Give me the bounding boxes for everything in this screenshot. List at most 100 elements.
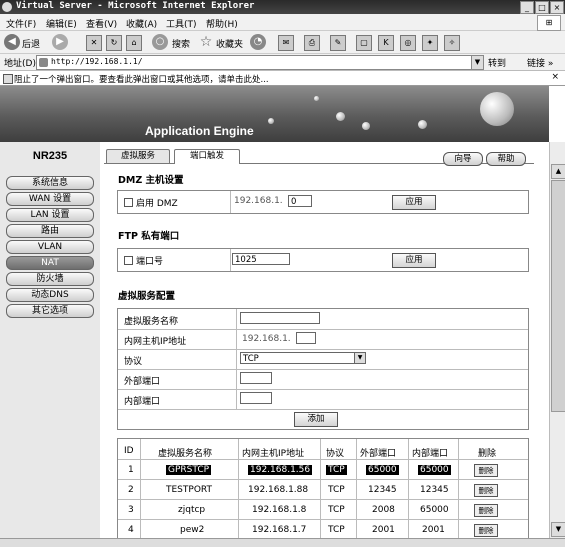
row-int-port: 12345 [420,485,449,495]
links-button[interactable]: 链接 » [527,56,553,69]
forward-arrow-icon[interactable]: ▶ [52,34,68,50]
row-proto: TCP [328,525,345,535]
maximize-button[interactable]: □ [535,1,549,14]
messenger-icon[interactable]: K [378,35,394,51]
menu-tools[interactable]: 工具(T) [166,17,197,30]
row-int-port: 2001 [422,525,445,535]
vserver-ip-input[interactable] [296,332,316,344]
delete-row-button[interactable]: 删除 [474,484,498,497]
ftp-apply-button[interactable]: 应用 [392,253,436,268]
col-divider [320,439,321,539]
search-button-label[interactable]: 搜索 [172,37,190,50]
close-popup-bar-icon[interactable]: × [551,72,559,82]
divider [236,309,237,409]
vserver-protocol-select[interactable]: TCP ▼ [240,352,366,364]
menu-help[interactable]: 帮助(H) [206,17,238,30]
close-button[interactable]: × [550,1,564,14]
go-button[interactable]: 转到 [488,56,506,69]
refresh-icon[interactable]: ↻ [106,35,122,51]
edit-icon[interactable]: ✎ [330,35,346,51]
vserver-section-title: 虚拟服务配置 [118,291,176,302]
popup-blocker-bar[interactable]: 阻止了一个弹出窗口。要查看此弹出窗口或其他选项，请单击此处... × [0,71,565,86]
scroll-thumb[interactable] [551,180,565,412]
vserver-int-port-input[interactable] [240,392,272,404]
sidebar-item-wan[interactable]: WAN 设置 [6,192,94,206]
browser-toolbar: ◀ 后退 ▶ ✕ ↻ ⌂ ○ 搜索 ☆ 收藏夹 ◔ ✉ ⎙ ✎ ▢ K ◎ ✦ … [0,31,565,54]
scroll-down-icon[interactable]: ▼ [551,522,565,537]
back-button-label[interactable]: 后退 [22,37,40,50]
col-divider [458,439,459,539]
banner-bubble-small [418,120,427,129]
research-icon[interactable]: ◎ [400,35,416,51]
ftp-port-input[interactable]: 1025 [232,253,290,265]
help-button[interactable]: 帮助 [486,152,526,166]
row-id: 3 [128,505,134,515]
sidebar-item-vlan[interactable]: VLAN [6,240,94,254]
wizard-button[interactable]: 向导 [443,152,483,166]
row-id: 4 [128,525,134,535]
delete-row-button[interactable]: 删除 [474,524,498,537]
row-divider [118,499,528,500]
windows-logo-icon: ⊞ [537,15,561,31]
mail-icon[interactable]: ✉ [278,35,294,51]
delete-row-button[interactable]: 删除 [474,504,498,517]
menu-favorites[interactable]: 收藏(A) [126,17,157,30]
menu-file[interactable]: 文件(F) [6,17,36,30]
sidebar-item-nat[interactable]: NAT [6,256,94,270]
row-name: TESTPORT [166,485,213,495]
sidebar-item-routing[interactable]: 路由 [6,224,94,238]
minimize-button[interactable]: _ [520,1,534,14]
history-icon[interactable]: ◔ [250,34,266,50]
row-id: 1 [128,465,134,475]
vserver-ext-port-input[interactable] [240,372,272,384]
dmz-enable-label: 启用 DMZ [136,199,178,209]
scroll-up-icon[interactable]: ▲ [551,164,565,179]
sidebar-item-lan[interactable]: LAN 设置 [6,208,94,222]
back-arrow-icon[interactable]: ◀ [4,34,20,50]
stop-icon[interactable]: ✕ [86,35,102,51]
chevron-down-icon[interactable]: ▼ [354,353,365,363]
plugin-icon[interactable]: ✧ [444,35,460,51]
dmz-section-title: DMZ 主机设置 [118,175,184,186]
dmz-enable-checkbox[interactable] [124,198,133,207]
search-icon[interactable]: ○ [152,34,168,50]
tools-icon[interactable]: ✦ [422,35,438,51]
tab-port-trigger[interactable]: 端口触发 [174,149,240,164]
address-url[interactable]: http://192.168.1.1/ [51,57,143,66]
dmz-ip-input[interactable]: 0 [288,195,312,207]
home-icon[interactable]: ⌂ [126,35,142,51]
vertical-scrollbar[interactable]: ▲ ▼ [549,142,565,538]
ftp-port-checkbox[interactable] [124,256,133,265]
delete-row-button[interactable]: 删除 [474,464,498,477]
discuss-icon[interactable]: ▢ [356,35,372,51]
table-header-cell: 外部端口 [360,449,397,459]
vserver-add-button[interactable]: 添加 [294,412,338,427]
favorites-star-icon[interactable]: ☆ [198,34,214,50]
vserver-table: ID 虚拟服务名称 内网主机IP地址 协议 外部端口 内部端口 删除 1 GPR… [117,438,529,539]
print-icon[interactable]: ⎙ [304,35,320,51]
vserver-ip-label: 内网主机IP地址 [124,337,187,347]
menu-view[interactable]: 查看(V) [86,17,117,30]
address-dropdown-icon[interactable]: ▼ [471,56,483,69]
popup-blocked-message[interactable]: 阻止了一个弹出窗口。要查看此弹出窗口或其他选项，请单击此处... [14,73,269,85]
col-divider [140,439,141,539]
menu-edit[interactable]: 编辑(E) [46,17,77,30]
sidebar-item-firewall[interactable]: 防火墙 [6,272,94,286]
ftp-section-title: FTP 私有端口 [118,231,180,242]
tab-virtual-server[interactable]: 虚拟服务 [106,149,170,163]
banner-bubble-small [336,112,345,121]
row-name: GPRSTCP [166,465,212,475]
banner-bubble-small [362,122,370,130]
vserver-name-input[interactable] [240,312,320,324]
divider [118,409,528,410]
sidebar-item-ddns[interactable]: 动态DNS [6,288,94,302]
favorites-button-label[interactable]: 收藏夹 [216,37,243,50]
dmz-apply-button[interactable]: 应用 [392,195,436,210]
sidebar-item-system-info[interactable]: 系统信息 [6,176,94,190]
vserver-ext-port-label: 外部端口 [124,377,161,387]
row-name: pew2 [180,525,205,535]
row-int-port: 65000 [418,465,451,475]
banner-bubble-large [480,92,514,126]
address-input[interactable]: http://192.168.1.1/ ▼ [36,55,484,70]
sidebar-item-other[interactable]: 其它选项 [6,304,94,318]
